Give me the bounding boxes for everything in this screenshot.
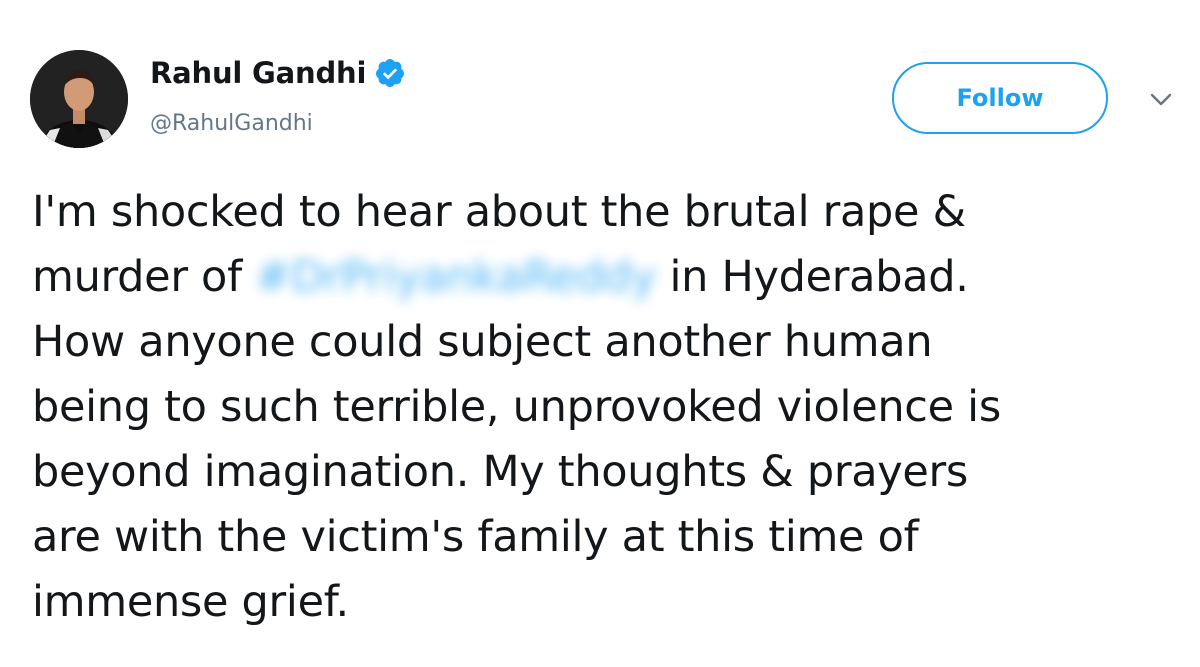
tweet-text: I'm shocked to hear about the brutal rap… [32, 180, 1182, 635]
avatar[interactable] [30, 50, 128, 148]
follow-button[interactable]: Follow [892, 62, 1108, 134]
verified-badge-icon [374, 57, 406, 89]
tweet-card: Rahul Gandhi @RahulGandhi Follow I'm sho… [0, 0, 1200, 667]
author-handle[interactable]: @RahulGandhi [150, 111, 313, 136]
chevron-down-icon[interactable] [1149, 92, 1173, 108]
author-display-name[interactable]: Rahul Gandhi [150, 56, 366, 90]
tweet-line: I'm shocked to hear about the brutal rap… [32, 187, 966, 237]
tweet-line: immense grief. [32, 577, 349, 627]
author-name-row: Rahul Gandhi [150, 56, 406, 90]
tweet-line-suffix: in Hyderabad. [669, 252, 969, 302]
hashtag-link[interactable]: #DrPriyankaReddy [255, 245, 656, 310]
tweet-line: beyond imagination. My thoughts & prayer… [32, 447, 969, 497]
tweet-line: are with the victim's family at this tim… [32, 512, 919, 562]
tweet-line: murder of #DrPriyankaReddy in Hyderabad. [32, 245, 1182, 310]
tweet-line: being to such terrible, unprovoked viole… [32, 382, 1001, 432]
tweet-line-prefix: murder of [32, 252, 242, 302]
tweet-line: How anyone could subject another human [32, 317, 933, 367]
